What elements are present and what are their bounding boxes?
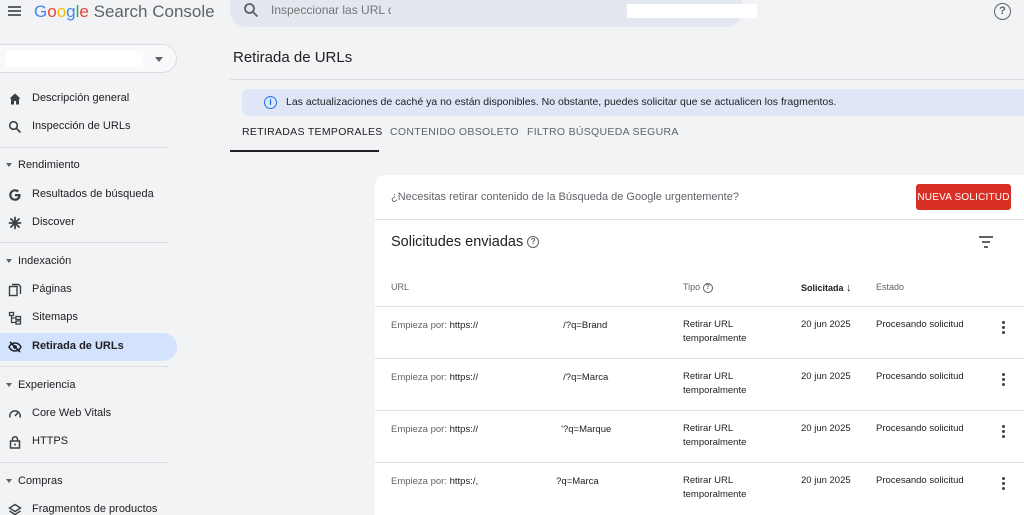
column-header-url[interactable]: URL xyxy=(391,282,409,292)
collapse-arrow-icon xyxy=(6,479,12,483)
url-cell: Empieza por: https:///?q=Brand xyxy=(391,320,608,331)
redacted-property-name xyxy=(6,51,143,67)
sidebar-item-core-web-vitals[interactable]: Core Web Vitals xyxy=(0,400,177,428)
collapse-arrow-icon xyxy=(6,259,12,263)
sidebar-item-product-snippets[interactable]: Fragmentos de productos xyxy=(0,496,177,515)
info-banner-text: Las actualizaciones de caché ya no están… xyxy=(286,96,837,108)
sidebar-section-performance[interactable]: Rendimiento xyxy=(0,156,177,176)
card-divider xyxy=(375,219,1024,220)
type-cell: Retirar URL temporalmente xyxy=(683,475,747,500)
collapse-arrow-icon xyxy=(6,383,12,387)
help-icon[interactable]: ? xyxy=(527,236,540,249)
pages-icon xyxy=(8,283,22,297)
sidebar-section-shopping[interactable]: Compras xyxy=(0,472,177,492)
redacted-property xyxy=(627,4,757,18)
info-banner: i Las actualizaciones de caché ya no est… xyxy=(242,89,1024,116)
removals-card: ¿Necesitas retirar contenido de la Búsqu… xyxy=(375,175,1024,515)
more-vert-icon[interactable] xyxy=(1000,372,1008,388)
sidebar-item-url-inspection[interactable]: Inspección de URLs xyxy=(0,113,177,141)
more-vert-icon[interactable] xyxy=(1000,476,1008,492)
product-name: Search Console xyxy=(93,2,215,21)
urgent-removal-prompt: ¿Necesitas retirar contenido de la Búsqu… xyxy=(391,191,739,203)
info-icon: i xyxy=(264,96,277,109)
url-cell: Empieza por: https://'?q=Marque xyxy=(391,424,612,435)
table-row[interactable]: Empieza por: https:///?q=Marca Retirar U… xyxy=(375,358,1024,410)
sidebar-divider xyxy=(0,462,168,463)
menu-icon[interactable] xyxy=(7,3,23,19)
table-row[interactable]: Empieza por: https:///?q=Brand Retirar U… xyxy=(375,306,1024,358)
asterisk-icon xyxy=(8,216,22,230)
url-inspection-input[interactable] xyxy=(271,3,391,17)
title-divider xyxy=(230,79,1024,80)
table-row[interactable]: Empieza por: https://'?q=Marque Retirar … xyxy=(375,410,1024,462)
gauge-icon xyxy=(9,410,21,418)
date-cell: 20 jun 2025 xyxy=(801,423,851,434)
sidebar-item-https[interactable]: HTTPS xyxy=(0,428,177,456)
sidebar-item-url-removal[interactable]: Retirada de URLs xyxy=(0,333,177,361)
more-vert-icon[interactable] xyxy=(1000,424,1008,440)
app-logo[interactable]: Google Search Console xyxy=(34,2,215,22)
new-request-button[interactable]: NUEVA SOLICITUD xyxy=(916,184,1011,210)
url-cell: Empieza por: https:/, ?q=Marca xyxy=(391,476,599,487)
sidebar-section-experience[interactable]: Experiencia xyxy=(0,376,177,396)
google-g-icon xyxy=(9,189,21,201)
sidebar-section-indexing[interactable]: Indexación xyxy=(0,252,177,272)
sidebar-item-search-results[interactable]: Resultados de búsqueda xyxy=(0,181,177,209)
type-cell: Retirar URL temporalmente xyxy=(683,319,747,344)
status-cell: Procesando solicitud xyxy=(876,371,964,382)
help-icon[interactable]: ? xyxy=(702,282,713,293)
status-cell: Procesando solicitud xyxy=(876,423,964,434)
tab-temporary-removals[interactable]: RETIRADAS TEMPORALES xyxy=(230,116,382,152)
column-header-requested[interactable]: Solicitada ↓ xyxy=(801,282,852,294)
eye-off-icon xyxy=(8,341,22,353)
status-cell: Procesando solicitud xyxy=(876,319,964,330)
tab-safesearch-filter[interactable]: FILTRO BÚSQUEDA SEGURA xyxy=(517,116,678,152)
property-selector[interactable] xyxy=(0,44,177,73)
home-icon xyxy=(9,93,21,105)
sidebar-divider xyxy=(0,242,168,243)
sidebar-divider xyxy=(0,147,168,148)
lock-icon xyxy=(9,435,21,449)
sidebar-divider xyxy=(0,366,168,367)
layers-icon xyxy=(8,503,22,515)
search-icon xyxy=(8,120,22,134)
sidebar: Descripción general Inspección de URLs R… xyxy=(0,26,200,515)
more-vert-icon[interactable] xyxy=(1000,320,1008,336)
collapse-arrow-icon xyxy=(6,163,12,167)
sitemap-icon xyxy=(8,311,22,325)
tab-outdated-content[interactable]: CONTENIDO OBSOLETO xyxy=(379,116,519,152)
type-cell: Retirar URL temporalmente xyxy=(683,371,747,396)
date-cell: 20 jun 2025 xyxy=(801,319,851,330)
type-cell: Retirar URL temporalmente xyxy=(683,423,747,448)
column-header-type[interactable]: Tipo ? xyxy=(683,282,713,293)
sidebar-item-pages[interactable]: Páginas xyxy=(0,276,177,304)
submitted-requests-title: Solicitudes enviadas ? xyxy=(391,234,540,250)
url-inspection-bar[interactable] xyxy=(230,0,757,27)
url-cell: Empieza por: https:///?q=Marca xyxy=(391,372,609,383)
status-cell: Procesando solicitud xyxy=(876,475,964,486)
table-row[interactable]: Empieza por: https:/, ?q=Marca Retirar UR… xyxy=(375,462,1024,514)
help-icon[interactable]: ? xyxy=(994,3,1011,20)
column-header-status[interactable]: Estado xyxy=(876,282,904,292)
page-title: Retirada de URLs xyxy=(233,49,353,66)
sidebar-item-overview[interactable]: Descripción general xyxy=(0,85,177,113)
chevron-down-icon xyxy=(155,57,163,62)
date-cell: 20 jun 2025 xyxy=(801,475,851,486)
filter-icon[interactable] xyxy=(979,235,995,249)
top-bar: Google Search Console ? xyxy=(0,0,1024,27)
arrow-down-icon: ↓ xyxy=(846,282,852,294)
date-cell: 20 jun 2025 xyxy=(801,371,851,382)
search-icon xyxy=(244,3,259,18)
sidebar-item-sitemaps[interactable]: Sitemaps xyxy=(0,304,177,332)
sidebar-item-discover[interactable]: Discover xyxy=(0,209,177,237)
active-tab-indicator xyxy=(230,150,379,152)
